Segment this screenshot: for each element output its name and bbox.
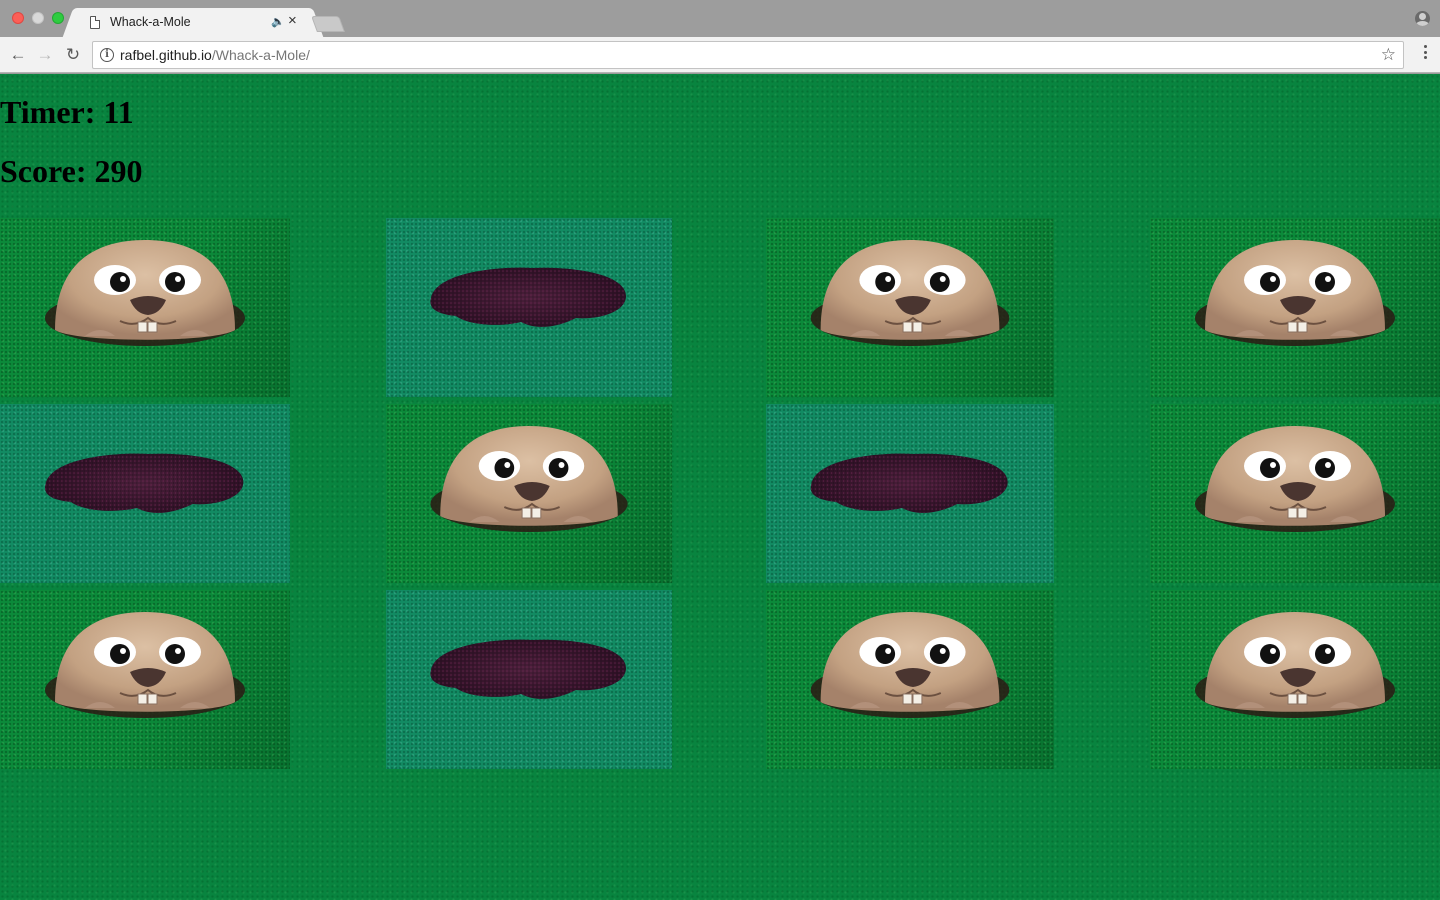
empty-hole-cell[interactable] — [0, 404, 290, 583]
maximize-window-button[interactable] — [52, 12, 64, 24]
score-heading: Score: 290 — [0, 153, 143, 189]
page-icon — [90, 16, 100, 29]
close-window-button[interactable] — [12, 12, 24, 24]
mole-image — [810, 240, 1010, 346]
minimize-window-button[interactable] — [32, 12, 44, 24]
timer-heading: Timer: 11 — [0, 94, 134, 130]
menu-icon[interactable] — [1424, 45, 1428, 63]
mole-image — [45, 240, 245, 346]
mole-cell[interactable] — [0, 218, 290, 397]
game-page: Timer: 11 Score: 290 — [0, 74, 1440, 900]
browser-toolbar: ← → ↻ i rafbel.github.io/Whack-a-Mole/ ☆ — [0, 37, 1440, 73]
mole-cell[interactable] — [1150, 218, 1440, 397]
mole-image — [1195, 426, 1395, 532]
new-tab-button[interactable] — [311, 16, 345, 32]
tab-strip: Whack-a-Mole 🔈 × — [0, 0, 1440, 37]
mole-image — [1195, 612, 1395, 718]
speaker-icon[interactable]: 🔈 — [271, 15, 285, 28]
back-arrow-icon[interactable]: ← — [6, 43, 30, 67]
mole-cell[interactable] — [1150, 590, 1440, 769]
hole-image — [810, 453, 1008, 513]
mole-cell[interactable] — [766, 218, 1054, 397]
mole-cell[interactable] — [0, 590, 290, 769]
mole-cell[interactable] — [766, 590, 1054, 769]
url-host: rafbel.github.io — [120, 47, 212, 63]
hole-image — [430, 639, 626, 699]
address-bar[interactable]: i rafbel.github.io/Whack-a-Mole/ ☆ — [92, 41, 1404, 69]
close-tab-icon[interactable]: × — [288, 12, 297, 29]
empty-hole-cell[interactable] — [766, 404, 1054, 583]
tab-active[interactable]: Whack-a-Mole 🔈 × — [76, 8, 310, 37]
mole-cell[interactable] — [386, 404, 672, 583]
mole-image — [45, 612, 245, 718]
empty-hole-cell[interactable] — [386, 590, 672, 769]
mole-image — [810, 612, 1010, 718]
forward-arrow-icon[interactable]: → — [33, 43, 57, 67]
url-path: /Whack-a-Mole/ — [211, 47, 310, 63]
tab-title: Whack-a-Mole — [110, 15, 191, 29]
bookmark-star-icon[interactable]: ☆ — [1381, 45, 1396, 65]
reload-icon[interactable]: ↻ — [61, 43, 85, 67]
mole-image — [430, 426, 628, 532]
info-icon[interactable]: i — [100, 48, 114, 62]
empty-hole-cell[interactable] — [386, 218, 672, 397]
profile-icon[interactable] — [1415, 11, 1430, 26]
mole-grid — [0, 218, 1440, 769]
hole-image — [430, 267, 626, 327]
mole-image — [1195, 240, 1395, 346]
hole-image — [45, 453, 244, 513]
url-text[interactable]: rafbel.github.io/Whack-a-Mole/ — [120, 47, 310, 63]
mole-cell[interactable] — [1150, 404, 1440, 583]
